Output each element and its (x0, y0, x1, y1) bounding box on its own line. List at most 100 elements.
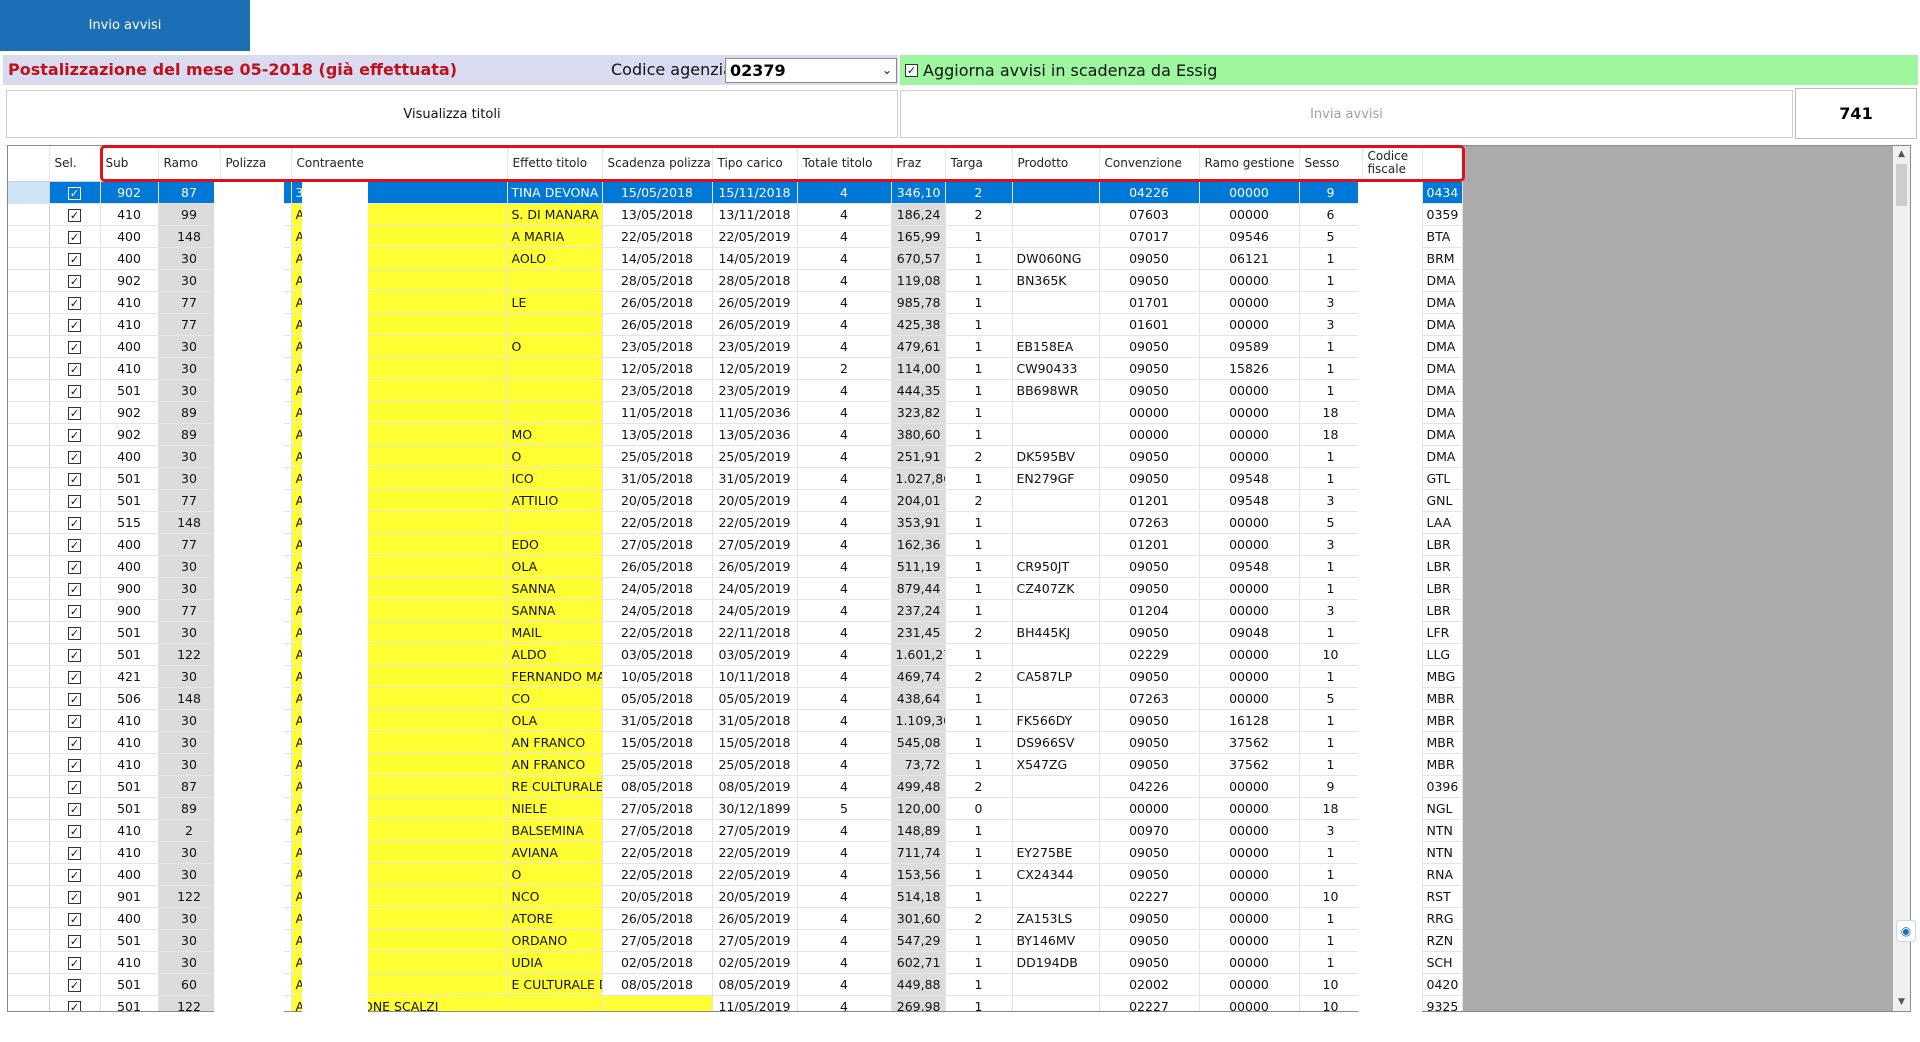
column-header[interactable]: Tipo carico (712, 146, 798, 182)
row-select-cell[interactable]: ✓ (49, 203, 101, 226)
row-header[interactable] (8, 731, 50, 754)
column-header[interactable]: Contraente (291, 146, 508, 182)
row-select-cell[interactable]: ✓ (49, 225, 101, 248)
row-select-cell[interactable]: ✓ (49, 775, 101, 798)
row-checkbox[interactable]: ✓ (68, 714, 81, 728)
row-header[interactable] (8, 225, 50, 248)
row-select-cell[interactable]: ✓ (49, 841, 101, 864)
row-checkbox[interactable]: ✓ (68, 494, 81, 508)
row-checkbox[interactable]: ✓ (68, 1000, 81, 1011)
row-header[interactable] (8, 753, 50, 776)
agency-select[interactable]: 02379 ⌄ (725, 58, 897, 83)
row-select-cell[interactable]: ✓ (49, 577, 101, 600)
column-header[interactable]: Convenzione (1099, 146, 1200, 182)
row-select-cell[interactable]: ✓ (49, 863, 101, 886)
row-header[interactable] (8, 973, 50, 996)
row-checkbox[interactable]: ✓ (68, 692, 81, 706)
row-header[interactable] (8, 533, 50, 556)
row-checkbox[interactable]: ✓ (68, 340, 81, 354)
row-header[interactable] (8, 335, 50, 358)
row-checkbox[interactable]: ✓ (68, 824, 81, 838)
column-header[interactable]: Totale titolo (797, 146, 892, 182)
tab-invio-avvisi[interactable]: Invio avvisi (0, 0, 250, 51)
row-header[interactable] (8, 555, 50, 578)
send-notices-button[interactable]: Invia avvisi (900, 90, 1793, 138)
row-header[interactable] (8, 313, 50, 336)
row-select-cell[interactable]: ✓ (49, 423, 101, 446)
column-header[interactable]: Ramo (158, 146, 221, 182)
row-header[interactable] (8, 599, 50, 622)
row-header[interactable] (8, 995, 50, 1011)
row-checkbox[interactable]: ✓ (68, 604, 81, 618)
row-checkbox[interactable]: ✓ (68, 978, 81, 992)
row-select-cell[interactable]: ✓ (49, 951, 101, 974)
row-checkbox[interactable]: ✓ (68, 384, 81, 398)
row-select-cell[interactable]: ✓ (49, 511, 101, 534)
row-checkbox[interactable]: ✓ (68, 230, 81, 244)
scroll-up-icon[interactable]: ▲ (1893, 146, 1910, 163)
row-checkbox[interactable]: ✓ (68, 296, 81, 310)
row-checkbox[interactable]: ✓ (68, 934, 81, 948)
row-header[interactable] (8, 203, 50, 226)
row-header[interactable] (8, 511, 50, 534)
row-checkbox[interactable]: ✓ (68, 846, 81, 860)
row-checkbox[interactable]: ✓ (68, 318, 81, 332)
row-checkbox[interactable]: ✓ (68, 626, 81, 640)
row-select-cell[interactable]: ✓ (49, 731, 101, 754)
row-header[interactable] (8, 423, 50, 446)
row-header[interactable] (8, 775, 50, 798)
row-select-cell[interactable]: ✓ (49, 313, 101, 336)
update-notices-checkbox[interactable]: ✓ (905, 63, 918, 77)
column-header[interactable]: Sub (100, 146, 159, 182)
row-header[interactable] (8, 841, 50, 864)
row-checkbox[interactable]: ✓ (68, 582, 81, 596)
row-checkbox[interactable]: ✓ (68, 472, 81, 486)
row-select-cell[interactable]: ✓ (49, 533, 101, 556)
row-select-cell[interactable]: ✓ (49, 907, 101, 930)
scroll-down-icon[interactable]: ▼ (1893, 994, 1910, 1011)
row-checkbox[interactable]: ✓ (68, 252, 81, 266)
column-header[interactable]: Sel. (49, 146, 101, 182)
chat-icon[interactable]: ◉ (1896, 920, 1916, 942)
row-header[interactable] (8, 643, 50, 666)
vertical-scrollbar[interactable]: ▲ ▼ (1893, 146, 1910, 1011)
row-select-cell[interactable]: ✓ (49, 885, 101, 908)
column-header[interactable]: Scadenza polizza (602, 146, 713, 182)
titles-grid[interactable]: Sel. Sub Ramo Polizza Contraente Effetto tito… (7, 145, 1911, 1012)
row-select-cell[interactable]: ✓ (49, 555, 101, 578)
row-checkbox[interactable]: ✓ (68, 450, 81, 464)
row-checkbox[interactable]: ✓ (68, 956, 81, 970)
row-select-cell[interactable]: ✓ (49, 467, 101, 490)
row-select-cell[interactable]: ✓ (49, 357, 101, 380)
row-select-cell[interactable]: ✓ (49, 599, 101, 622)
row-checkbox[interactable]: ✓ (68, 362, 81, 376)
row-checkbox[interactable]: ✓ (68, 890, 81, 904)
row-checkbox[interactable]: ✓ (68, 274, 81, 288)
row-select-cell[interactable]: ✓ (49, 269, 101, 292)
row-checkbox[interactable]: ✓ (68, 560, 81, 574)
row-checkbox[interactable]: ✓ (68, 516, 81, 530)
row-select-cell[interactable]: ✓ (49, 445, 101, 468)
row-header[interactable] (8, 489, 50, 512)
row-select-cell[interactable]: ✓ (49, 929, 101, 952)
column-header[interactable]: Fraz (891, 146, 946, 182)
row-select-cell[interactable]: ✓ (49, 643, 101, 666)
row-header[interactable] (8, 951, 50, 974)
row-header[interactable] (8, 401, 50, 424)
column-header[interactable]: Targa (945, 146, 1013, 182)
row-header[interactable] (8, 445, 50, 468)
column-header[interactable]: Polizza (220, 146, 292, 182)
row-header[interactable] (8, 665, 50, 688)
row-checkbox[interactable]: ✓ (68, 406, 81, 420)
row-select-cell[interactable]: ✓ (49, 621, 101, 644)
row-select-cell[interactable]: ✓ (49, 247, 101, 270)
row-select-cell[interactable]: ✓ (49, 995, 101, 1011)
row-select-cell[interactable]: ✓ (49, 335, 101, 358)
row-select-cell[interactable]: ✓ (49, 291, 101, 314)
row-header[interactable] (8, 797, 50, 820)
column-header[interactable]: Sesso (1299, 146, 1363, 182)
row-select-cell[interactable]: ✓ (49, 797, 101, 820)
row-checkbox[interactable]: ✓ (68, 670, 81, 684)
row-header[interactable] (8, 379, 50, 402)
row-header[interactable] (8, 885, 50, 908)
